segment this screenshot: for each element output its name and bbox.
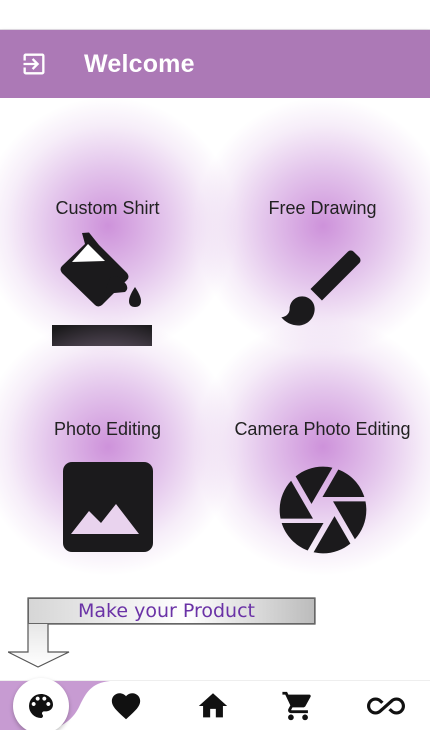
camera-shutter-icon <box>279 466 366 554</box>
app-bar: Welcome <box>0 30 430 98</box>
custom-shirt-card[interactable]: Custom Shirt <box>0 98 238 357</box>
more-nav-button[interactable] <box>356 681 416 730</box>
photo-editing-label: Photo Editing <box>53 419 162 439</box>
status-bar <box>0 0 430 30</box>
exit-button[interactable] <box>9 39 59 89</box>
home-nav-button[interactable] <box>183 681 243 730</box>
free-drawing-card[interactable]: Free Drawing <box>192 98 430 357</box>
image-icon <box>62 462 153 552</box>
page-title: Welcome <box>84 49 195 78</box>
feature-grid: Custom Shirt Free Drawing Photo Editing <box>0 98 430 680</box>
infinity-icon <box>367 697 405 715</box>
camera-photo-editing-card[interactable]: Camera Photo Editing <box>192 317 430 578</box>
photo-editing-card[interactable]: Photo Editing <box>0 317 238 578</box>
custom-shirt-label: Custom Shirt <box>55 198 160 218</box>
shopping-cart-icon <box>282 691 311 721</box>
exit-to-app-icon <box>23 53 45 75</box>
palette-fab-button[interactable] <box>13 678 69 730</box>
camera-photo-editing-label: Camera Photo Editing <box>234 419 411 439</box>
hint-callout: Make your Product <box>28 598 315 624</box>
hint-text: Make your Product <box>78 600 255 622</box>
free-drawing-label: Free Drawing <box>268 198 377 218</box>
home-icon <box>198 693 228 718</box>
palette-icon <box>29 694 53 718</box>
cart-nav-button[interactable] <box>268 681 328 730</box>
favorite-icon <box>111 693 141 720</box>
favorite-nav-button[interactable] <box>96 681 156 730</box>
